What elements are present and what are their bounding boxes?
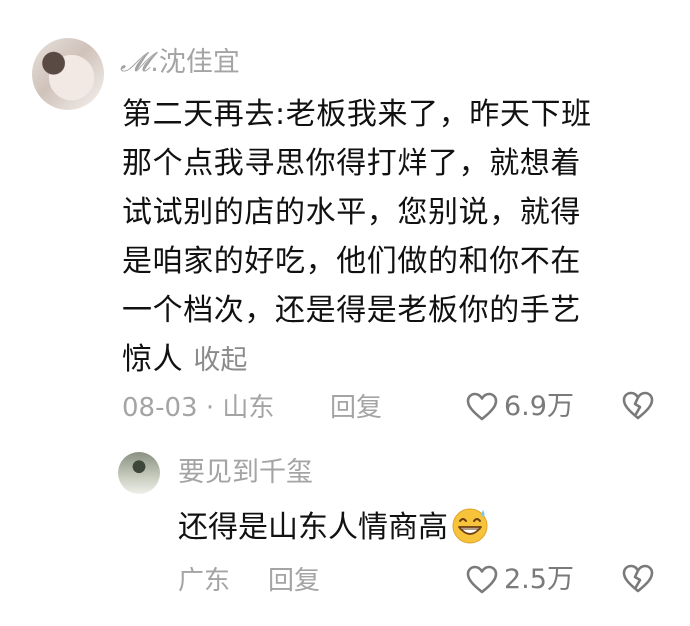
meta-separator: · [205, 393, 215, 423]
comment-line: 那个点我寻思你得打烊了，就想着 [122, 146, 581, 181]
broken-heart-icon [622, 391, 654, 420]
comment-date: 08-03 [122, 393, 198, 423]
comment-line: 是咱家的好吃，他们做的和你不在 [122, 244, 581, 279]
username-text: .沈佳宜 [150, 47, 240, 78]
comment-location: 山东 [222, 393, 275, 423]
comment-line: 第二天再去:老板我来了，昨天下班 [122, 97, 592, 132]
comment-line: 试试别的店的水平，您别说，就得 [122, 195, 581, 230]
reply-location: 广东 [178, 566, 231, 596]
reply-reply-button[interactable]: 回复 [268, 565, 320, 597]
main-comment-text: 第二天再去:老板我来了，昨天下班 那个点我寻思你得打烊了，就想着 试试别的店的水… [122, 90, 662, 385]
reply-like-count: 2.5万 [504, 564, 574, 595]
comment-line-last: 惊人 收起 [122, 335, 662, 385]
reply-commenter-username[interactable]: 要见到千玺 [178, 456, 313, 490]
reply-like-button[interactable]: 2.5万 [466, 564, 574, 596]
main-like-count: 6.9万 [504, 391, 574, 422]
comment-line: 一个档次，还是得是老板你的手艺 [122, 293, 581, 328]
broken-heart-icon [622, 564, 654, 593]
collapse-button[interactable]: 收起 [193, 345, 247, 376]
main-commenter-username[interactable]: 𝓜.沈佳宜 [120, 46, 240, 80]
main-like-button[interactable]: 6.9万 [466, 391, 574, 423]
main-commenter-avatar[interactable] [32, 38, 104, 110]
reply-text-content: 还得是山东人情商高 [178, 510, 448, 545]
comment-line: 惊人 [122, 342, 184, 377]
main-dislike-button[interactable] [622, 391, 654, 421]
reply-commenter-avatar[interactable] [118, 452, 160, 494]
grinning-sweat-emoji-icon [452, 508, 488, 544]
reply-text: 还得是山东人情商高 [178, 505, 658, 551]
heart-icon [466, 392, 498, 421]
heart-icon [466, 565, 498, 594]
main-reply-button[interactable]: 回复 [330, 392, 382, 424]
reply-dislike-button[interactable] [622, 564, 654, 594]
main-comment-meta: 08-03 · 山东 [122, 392, 274, 424]
username-script-prefix: 𝓜 [120, 47, 151, 78]
